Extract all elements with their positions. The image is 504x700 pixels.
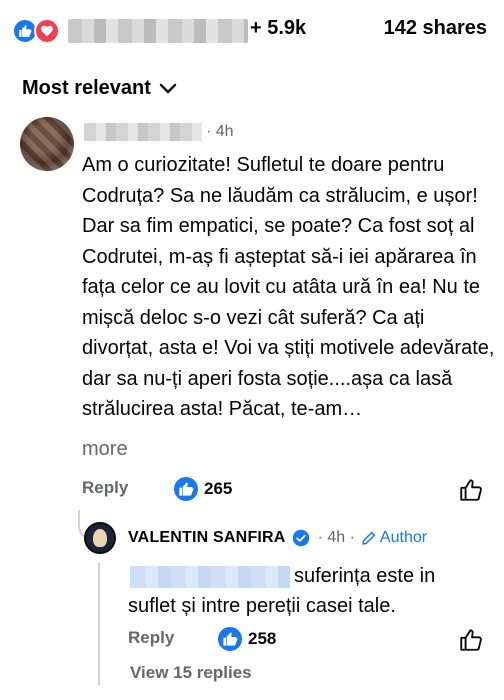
pencil-icon <box>362 531 375 545</box>
reply-like-summary[interactable]: 258 <box>218 627 276 651</box>
like-count: 258 <box>248 629 277 648</box>
shares-count[interactable]: 142 shares <box>384 17 487 40</box>
chevron-down-icon <box>159 83 177 93</box>
like-count: 265 <box>204 479 233 498</box>
see-more-link[interactable]: more <box>82 438 128 461</box>
reply-button[interactable]: Reply <box>82 478 128 498</box>
reply-time: · 4h · <box>317 529 355 546</box>
reaction-count[interactable]: + 5.9k <box>250 17 306 40</box>
comment-like-summary[interactable]: 265 <box>174 477 232 501</box>
view-replies-link[interactable]: View 15 replies <box>130 663 252 683</box>
comment-time: · 4h <box>206 123 234 140</box>
thread-line <box>98 563 100 685</box>
comment-actions: Reply <box>82 478 128 498</box>
reactions-bar: + 5.9k 142 shares <box>0 0 504 62</box>
reply-actions: Reply <box>128 628 174 648</box>
blurred-reactor-names <box>68 19 248 43</box>
comment-header: · 4h <box>84 122 234 142</box>
author-label: Author <box>379 529 428 546</box>
author-tag: Author <box>361 529 427 547</box>
reply-text: suferința este in suflet și intre pereți… <box>128 565 436 617</box>
comment-text: Am o curiozitate! Sufletul te doare pent… <box>82 154 495 420</box>
reaction-icons[interactable] <box>12 18 64 44</box>
avatar[interactable] <box>84 522 116 554</box>
love-reaction-icon <box>34 18 60 44</box>
sort-dropdown[interactable]: Most relevant <box>22 77 177 100</box>
thumbs-up-icon[interactable] <box>458 477 484 508</box>
like-icon <box>218 627 242 651</box>
blurred-commenter-name[interactable] <box>84 123 202 141</box>
avatar[interactable] <box>20 117 74 171</box>
like-icon <box>174 477 198 501</box>
sort-label: Most relevant <box>22 77 151 99</box>
reply-button[interactable]: Reply <box>128 628 174 648</box>
thumbs-up-icon[interactable] <box>458 627 484 658</box>
reply-author-name[interactable]: VALENTIN SANFIRA <box>128 529 286 547</box>
verified-badge-icon <box>292 529 309 547</box>
reply-header: VALENTIN SANFIRA · 4h · Author <box>128 527 427 549</box>
